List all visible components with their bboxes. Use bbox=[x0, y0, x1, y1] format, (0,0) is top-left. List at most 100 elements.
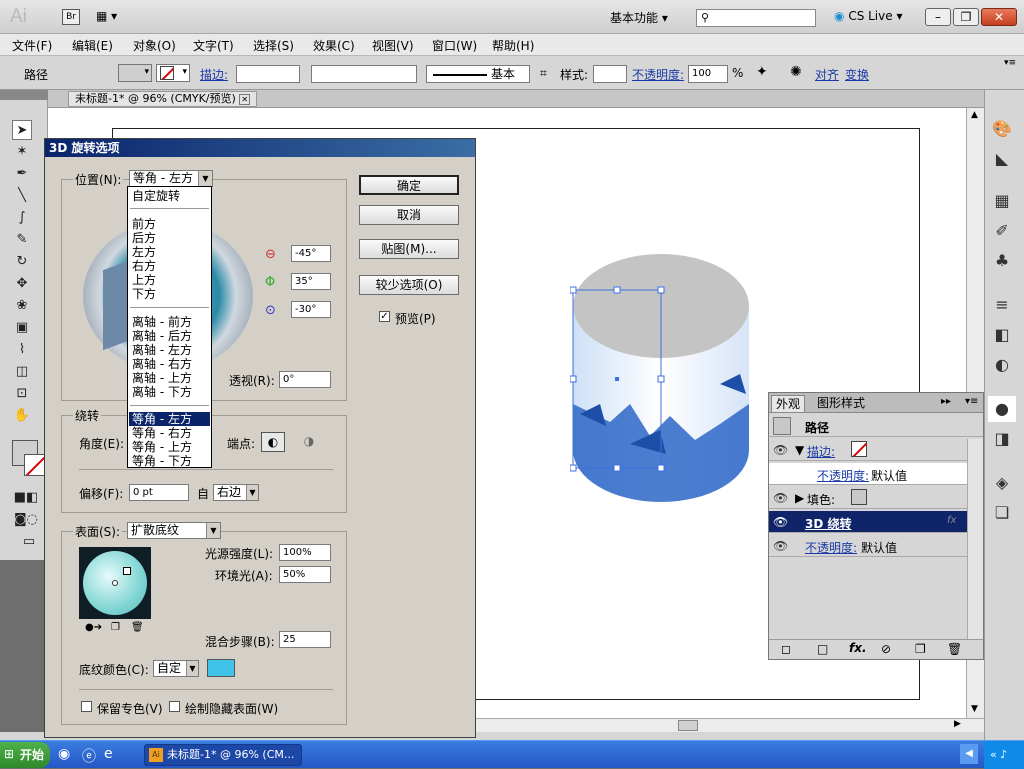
offset-input[interactable]: 0 pt bbox=[129, 484, 189, 501]
brush-select[interactable]: 基本 bbox=[426, 65, 530, 83]
stroke-color-box[interactable] bbox=[24, 454, 46, 476]
align-link[interactable]: 对齐 bbox=[815, 66, 839, 83]
menu-type[interactable]: 文字(T) bbox=[193, 37, 234, 54]
artboard-tool-icon[interactable]: ⊡ bbox=[12, 384, 32, 404]
eye-icon[interactable]: 👁 bbox=[773, 443, 788, 457]
workspace-switcher[interactable]: 基本功能 ▾ bbox=[610, 9, 668, 26]
dropdown-item[interactable]: 下方 bbox=[132, 287, 156, 301]
appearance-row-stroke[interactable]: 👁 ▼ 描边: bbox=[769, 439, 967, 461]
tab-graphic-styles[interactable]: 图形样式 bbox=[813, 395, 869, 412]
recolor-icon[interactable]: ✦ bbox=[756, 64, 768, 80]
stroke-none-swatch[interactable] bbox=[851, 441, 867, 457]
media-player-icon[interactable]: ◉ bbox=[58, 746, 70, 762]
expand-triangle-icon[interactable]: ▼ bbox=[795, 443, 804, 457]
magic-wand-tool-icon[interactable]: ✶ bbox=[12, 142, 32, 162]
3d-revolve-label[interactable]: 3D 绕转 bbox=[805, 515, 852, 532]
eye-icon[interactable]: 👁 bbox=[773, 539, 788, 553]
minimize-button[interactable]: – bbox=[925, 8, 951, 26]
symbols-panel-icon[interactable]: ♣ bbox=[988, 248, 1016, 274]
position-select[interactable]: 等角 - 左方 ▼ bbox=[129, 170, 213, 187]
menu-edit[interactable]: 编辑(E) bbox=[72, 37, 113, 54]
menu-window[interactable]: 窗口(W) bbox=[432, 37, 477, 54]
swatches-panel-icon[interactable]: ▦ bbox=[988, 188, 1016, 214]
draw-mode-icons[interactable]: ◙◌ bbox=[8, 510, 44, 530]
add-effect-icon[interactable]: fx. bbox=[849, 641, 867, 655]
rotate-y-input[interactable]: 35° bbox=[291, 273, 331, 290]
rotate-x-input[interactable]: -45° bbox=[291, 245, 331, 262]
dropdown-item[interactable]: 左方 bbox=[132, 245, 156, 259]
blend-tool-icon[interactable]: ◫ bbox=[12, 362, 32, 382]
cap-on-button[interactable]: ◐ bbox=[261, 432, 285, 452]
panel-menu-icon[interactable]: ▾≡ bbox=[965, 396, 978, 407]
eyedropper-tool-icon[interactable]: ⌇ bbox=[12, 340, 32, 360]
lighting-preview[interactable] bbox=[79, 547, 151, 619]
light-intensity-input[interactable]: 100% bbox=[279, 544, 331, 561]
tab-appearance[interactable]: 外观 bbox=[771, 395, 806, 412]
ie-icon[interactable]: e bbox=[104, 746, 113, 762]
ambient-input[interactable]: 50% bbox=[279, 566, 331, 583]
menu-help[interactable]: 帮助(H) bbox=[492, 37, 534, 54]
dropdown-item[interactable]: 等角 - 右方 bbox=[132, 426, 192, 440]
dropdown-item[interactable]: 离轴 - 后方 bbox=[132, 329, 192, 343]
cs-live-button[interactable]: ◉ CS Live ▾ bbox=[834, 9, 902, 23]
brush-tool-icon[interactable]: ∫ bbox=[12, 208, 32, 228]
gear-icon[interactable]: ✺ bbox=[790, 64, 802, 80]
draw-hidden-checkbox[interactable] bbox=[169, 701, 180, 712]
transform-link[interactable]: 变换 bbox=[845, 66, 869, 83]
shade-color-swatch[interactable] bbox=[207, 659, 235, 677]
selection-tool-icon[interactable]: ➤ bbox=[12, 120, 32, 140]
appearance-row-stroke-opacity[interactable]: 不透明度: 默认值 bbox=[769, 463, 967, 485]
stroke-panel-icon[interactable]: ≡ bbox=[988, 292, 1016, 318]
stroke-weight-input[interactable] bbox=[236, 65, 300, 83]
artboards-panel-icon[interactable]: ❏ bbox=[988, 500, 1016, 526]
stroke-opacity-label[interactable]: 不透明度: bbox=[817, 467, 869, 484]
appearance-row-3d-revolve[interactable]: 👁 3D 绕转 fx bbox=[769, 511, 967, 533]
dropdown-item[interactable]: 离轴 - 前方 bbox=[132, 315, 192, 329]
dropdown-item[interactable]: 离轴 - 右方 bbox=[132, 357, 192, 371]
panel-menu-icon[interactable]: ▾≡ bbox=[1004, 58, 1016, 68]
stroke-row-label[interactable]: 描边: bbox=[807, 443, 835, 460]
dropdown-item[interactable]: 离轴 - 下方 bbox=[132, 385, 192, 399]
position-dropdown-list[interactable]: 自定旋转 前方 后方 左方 右方 上方 下方 离轴 - 前方 离轴 - 后方 离… bbox=[127, 186, 212, 468]
dropdown-item-selected[interactable]: 等角 - 左方 bbox=[132, 412, 192, 426]
graphic-styles-icon[interactable]: ◨ bbox=[988, 426, 1016, 452]
cap-off-button[interactable]: ◑ bbox=[297, 432, 321, 452]
preserve-spot-checkbox[interactable] bbox=[81, 701, 92, 712]
blend-steps-input[interactable]: 25 bbox=[279, 631, 331, 648]
rotate-z-input[interactable]: -30° bbox=[291, 301, 331, 318]
ok-button[interactable]: 确定 bbox=[359, 175, 459, 195]
cancel-button[interactable]: 取消 bbox=[359, 205, 459, 225]
search-input[interactable]: ⚲ bbox=[696, 9, 816, 27]
eye-icon[interactable]: 👁 bbox=[773, 515, 788, 529]
appearance-row-fill[interactable]: 👁 ▶ 填色: bbox=[769, 487, 967, 509]
dropdown-item[interactable]: 等角 - 下方 bbox=[132, 454, 192, 468]
duplicate-item-icon[interactable]: ❐ bbox=[915, 642, 926, 656]
add-fill-icon[interactable]: □ bbox=[817, 642, 828, 656]
mesh-tool-icon[interactable]: ▣ bbox=[12, 318, 32, 338]
opacity-link[interactable]: 不透明度: bbox=[632, 66, 684, 83]
fill-swatch-small[interactable] bbox=[851, 489, 867, 505]
screen-mode-icon[interactable]: ▭ bbox=[16, 532, 42, 552]
panel-collapse-icon[interactable]: ▸▸ bbox=[941, 396, 951, 407]
fill-swatch[interactable]: ▾ bbox=[118, 64, 152, 82]
color-panel-icon[interactable]: 🎨 bbox=[988, 116, 1016, 142]
close-tab-icon[interactable]: ✕ bbox=[239, 94, 251, 105]
dropdown-item[interactable]: 等角 - 上方 bbox=[132, 440, 192, 454]
fewer-options-button[interactable]: 较少选项(O) bbox=[359, 275, 459, 295]
appearance-row-opacity[interactable]: 👁 不透明度: 默认值 bbox=[769, 535, 967, 557]
brush-options-icon[interactable]: ⌗ bbox=[540, 66, 547, 81]
dropdown-item[interactable]: 前方 bbox=[132, 217, 156, 231]
scroll-right-icon[interactable]: ▶ bbox=[954, 719, 961, 729]
from-select[interactable]: 右边 ▼ bbox=[213, 484, 259, 501]
hand-tool-icon[interactable]: ✋ bbox=[12, 406, 32, 426]
trash-icon[interactable]: 🗑 bbox=[131, 619, 144, 637]
shade-color-select[interactable]: 自定 ▼ bbox=[153, 660, 199, 677]
appearance-panel-icon[interactable]: ● bbox=[988, 396, 1016, 422]
opacity-input[interactable]: 100 bbox=[688, 65, 728, 83]
move-light-icon[interactable]: ●➔ bbox=[85, 619, 102, 637]
map-art-button[interactable]: 贴图(M)... bbox=[359, 239, 459, 259]
dropdown-item[interactable]: 上方 bbox=[132, 273, 156, 287]
dropdown-item[interactable]: 离轴 - 左方 bbox=[132, 343, 192, 357]
opacity-row-label[interactable]: 不透明度: bbox=[805, 539, 857, 556]
stroke-link[interactable]: 描边: bbox=[200, 66, 228, 83]
